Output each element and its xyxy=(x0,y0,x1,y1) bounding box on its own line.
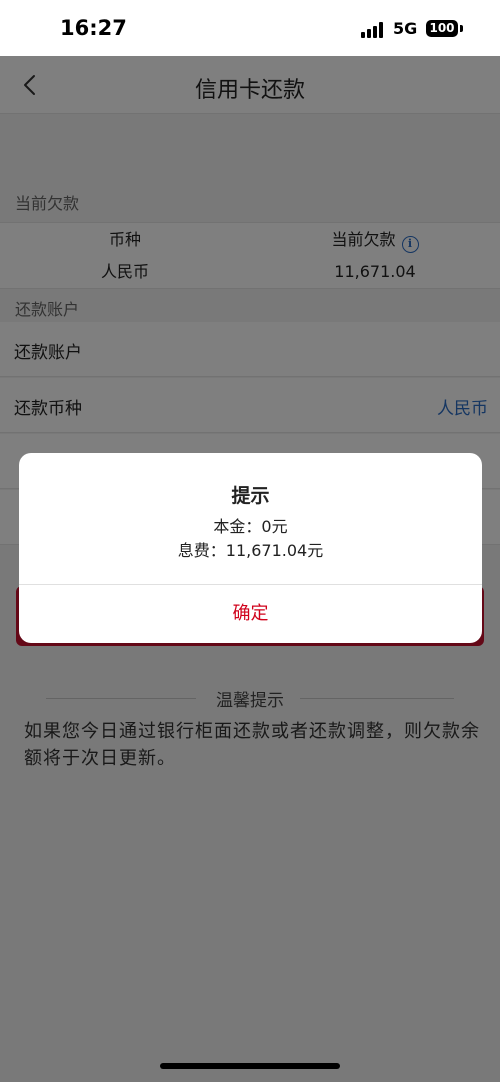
dialog-title: 提示 xyxy=(231,485,270,507)
alert-dialog: 提示 本金：0元 息费：11,671.04元 确定 xyxy=(19,453,482,643)
network-type: 5G xyxy=(393,19,418,38)
battery-icon: 100 xyxy=(426,20,458,37)
home-indicator xyxy=(160,1063,340,1069)
status-bar: 16:27 5G 100 xyxy=(0,0,500,56)
signal-icon xyxy=(361,22,385,38)
battery-tip xyxy=(460,25,463,32)
dialog-principal: 本金：0元 xyxy=(213,517,288,536)
confirm-button[interactable]: 确定 xyxy=(19,585,482,643)
status-time: 16:27 xyxy=(60,16,127,40)
dialog-fees: 息费：11,671.04元 xyxy=(177,541,324,560)
battery-level: 100 xyxy=(429,21,455,35)
